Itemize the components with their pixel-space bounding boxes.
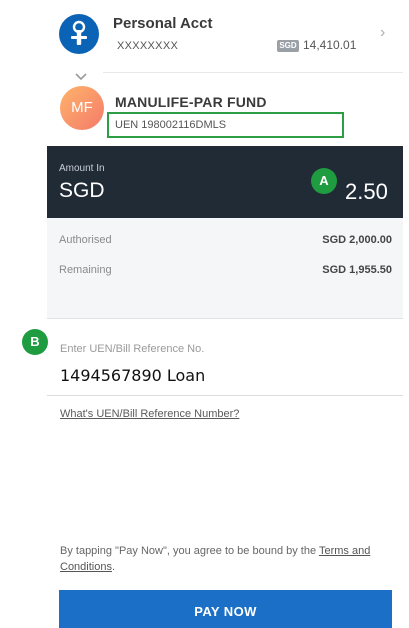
currency-badge: SGD [277, 40, 299, 52]
reference-underline [47, 395, 403, 396]
annotation-marker-a: A [311, 168, 337, 194]
chevron-down-icon[interactable] [74, 72, 88, 82]
chevron-right-icon[interactable]: › [380, 24, 385, 42]
pay-now-button[interactable]: PAY NOW [59, 590, 392, 628]
authorised-label: Authorised [59, 234, 112, 246]
remaining-value: SGD 1,955.50 [322, 264, 392, 276]
amount-currency: SGD [59, 179, 105, 202]
account-balance: 14,410.01 [303, 38, 357, 52]
annotation-marker-b: B [22, 329, 48, 355]
limits-section: Authorised SGD 2,000.00 Remaining SGD 1,… [47, 218, 403, 318]
divider [47, 318, 403, 319]
reference-label: Enter UEN/Bill Reference No. [60, 343, 205, 355]
payee-avatar: MF [60, 86, 104, 130]
amount-value[interactable]: 2.50 [345, 179, 388, 205]
uen-help-link[interactable]: What's UEN/Bill Reference Number? [60, 408, 239, 420]
account-name: Personal Acct [113, 15, 213, 32]
terms-end: . [111, 561, 116, 573]
payee-name: MANULIFE-PAR FUND [115, 94, 267, 110]
terms-text: By tapping "Pay Now", you agree to be bo… [60, 545, 317, 557]
reference-input[interactable]: 1494567890 Loan [60, 366, 205, 385]
payee-uen: UEN 198002116DMLS [115, 119, 227, 131]
bank-logo-icon [59, 14, 99, 54]
remaining-label: Remaining [59, 264, 112, 276]
from-account-row[interactable]: Personal Acct XXXXXXXX SGD 14,410.01 › [47, 0, 403, 72]
authorised-value: SGD 2,000.00 [322, 234, 392, 246]
payment-screen: Personal Acct XXXXXXXX SGD 14,410.01 › M… [47, 0, 403, 628]
divider [103, 72, 403, 73]
amount-label: Amount In [59, 163, 105, 174]
terms-notice: By tapping "Pay Now", you agree to be bo… [60, 543, 396, 575]
account-number: XXXXXXXX [117, 40, 179, 52]
